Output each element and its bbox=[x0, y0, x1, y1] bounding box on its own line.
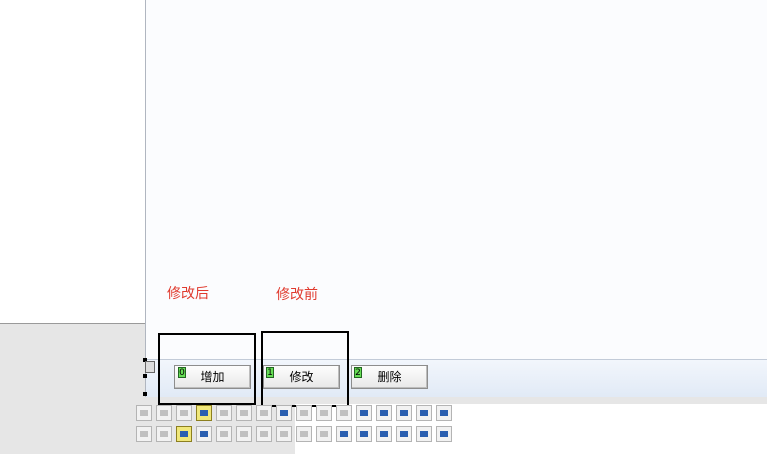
space-vertical-icon[interactable] bbox=[236, 426, 252, 442]
center-horizontal-icon-glyph bbox=[180, 410, 188, 416]
selection-handle[interactable] bbox=[143, 374, 147, 378]
copy-format-icon[interactable] bbox=[396, 426, 412, 442]
size-to-fit-icon[interactable] bbox=[316, 426, 332, 442]
align-top-icon-glyph bbox=[200, 410, 208, 416]
send-to-back-icon-glyph bbox=[380, 410, 388, 416]
highlight-box-after bbox=[158, 333, 256, 405]
align-left-icon[interactable] bbox=[136, 405, 152, 421]
size-to-fit-icon-glyph bbox=[320, 431, 328, 437]
remove-horizontal-space-icon-glyph bbox=[340, 410, 348, 416]
size-to-grid-icon-glyph bbox=[440, 410, 448, 416]
increase-horizontal-space-icon-glyph bbox=[300, 410, 308, 416]
left-canvas-area bbox=[0, 0, 145, 324]
align-middle-icon-glyph bbox=[160, 431, 168, 437]
center-in-form-icon[interactable] bbox=[336, 426, 352, 442]
space-horizontal-icon-glyph bbox=[280, 410, 288, 416]
lock-controls-icon[interactable] bbox=[376, 426, 392, 442]
make-same-height-icon-glyph bbox=[200, 431, 208, 437]
lock-controls-icon-glyph bbox=[380, 431, 388, 437]
highlight-box-before bbox=[261, 331, 349, 407]
center-vertical-icon-glyph bbox=[240, 410, 248, 416]
remove-horizontal-space-icon[interactable] bbox=[336, 405, 352, 421]
bring-forward-icon[interactable] bbox=[356, 426, 372, 442]
remove-vertical-space-icon-glyph bbox=[300, 431, 308, 437]
space-vertical-icon-glyph bbox=[240, 431, 248, 437]
panel-anchor-icon[interactable] bbox=[145, 361, 155, 373]
make-same-height-icon[interactable] bbox=[196, 426, 212, 442]
align-right-icon-glyph bbox=[160, 410, 168, 416]
selection-handle[interactable] bbox=[143, 392, 147, 396]
increase-vertical-space-icon[interactable] bbox=[256, 426, 272, 442]
align-top-icon[interactable] bbox=[196, 405, 212, 421]
bring-forward-icon-glyph bbox=[360, 431, 368, 437]
snap-to-grid-icon-glyph bbox=[400, 410, 408, 416]
tab-order-icon-glyph bbox=[420, 431, 428, 437]
align-bottom-icon[interactable] bbox=[216, 405, 232, 421]
decrease-horizontal-space-icon-glyph bbox=[320, 410, 328, 416]
snap-to-grid-icon[interactable] bbox=[396, 405, 412, 421]
same-width-icon-glyph bbox=[260, 410, 268, 416]
size-to-grid-icon[interactable] bbox=[436, 405, 452, 421]
group-icon-glyph bbox=[440, 431, 448, 437]
align-bottom-edge-icon[interactable] bbox=[136, 426, 152, 442]
align-bottom-icon-glyph bbox=[220, 410, 228, 416]
align-middle-icon[interactable] bbox=[156, 426, 172, 442]
decrease-vertical-space-icon[interactable] bbox=[276, 426, 292, 442]
tab-order-badge: 2 bbox=[354, 367, 362, 378]
align-bottom-edge-icon-glyph bbox=[140, 431, 148, 437]
grid-icon[interactable] bbox=[416, 405, 432, 421]
group-icon[interactable] bbox=[436, 426, 452, 442]
remove-vertical-space-icon[interactable] bbox=[296, 426, 312, 442]
copy-format-icon-glyph bbox=[400, 431, 408, 437]
decrease-horizontal-space-icon[interactable] bbox=[316, 405, 332, 421]
make-same-size-icon-glyph bbox=[220, 431, 228, 437]
bring-to-front-icon-glyph bbox=[360, 410, 368, 416]
decrease-vertical-space-icon-glyph bbox=[280, 431, 288, 437]
same-width-icon[interactable] bbox=[256, 405, 272, 421]
layout-toolbar bbox=[136, 405, 456, 447]
annotation-before: 修改前 bbox=[276, 287, 318, 303]
tab-order-icon[interactable] bbox=[416, 426, 432, 442]
bring-to-front-icon[interactable] bbox=[356, 405, 372, 421]
align-right-icon[interactable] bbox=[156, 405, 172, 421]
delete-button-label: 删除 bbox=[377, 370, 402, 384]
center-vertical-icon[interactable] bbox=[236, 405, 252, 421]
align-left-icon-glyph bbox=[140, 410, 148, 416]
delete-button[interactable]: 删除 bbox=[351, 365, 428, 389]
center-vertical-form-icon-glyph bbox=[180, 431, 188, 437]
make-same-size-icon[interactable] bbox=[216, 426, 232, 442]
center-vertical-form-icon[interactable] bbox=[176, 426, 192, 442]
center-horizontal-icon[interactable] bbox=[176, 405, 192, 421]
center-in-form-icon-glyph bbox=[340, 431, 348, 437]
annotation-after: 修改后 bbox=[167, 286, 209, 302]
space-horizontal-icon[interactable] bbox=[276, 405, 292, 421]
increase-horizontal-space-icon[interactable] bbox=[296, 405, 312, 421]
grid-icon-glyph bbox=[420, 410, 428, 416]
increase-vertical-space-icon-glyph bbox=[260, 431, 268, 437]
send-to-back-icon[interactable] bbox=[376, 405, 392, 421]
